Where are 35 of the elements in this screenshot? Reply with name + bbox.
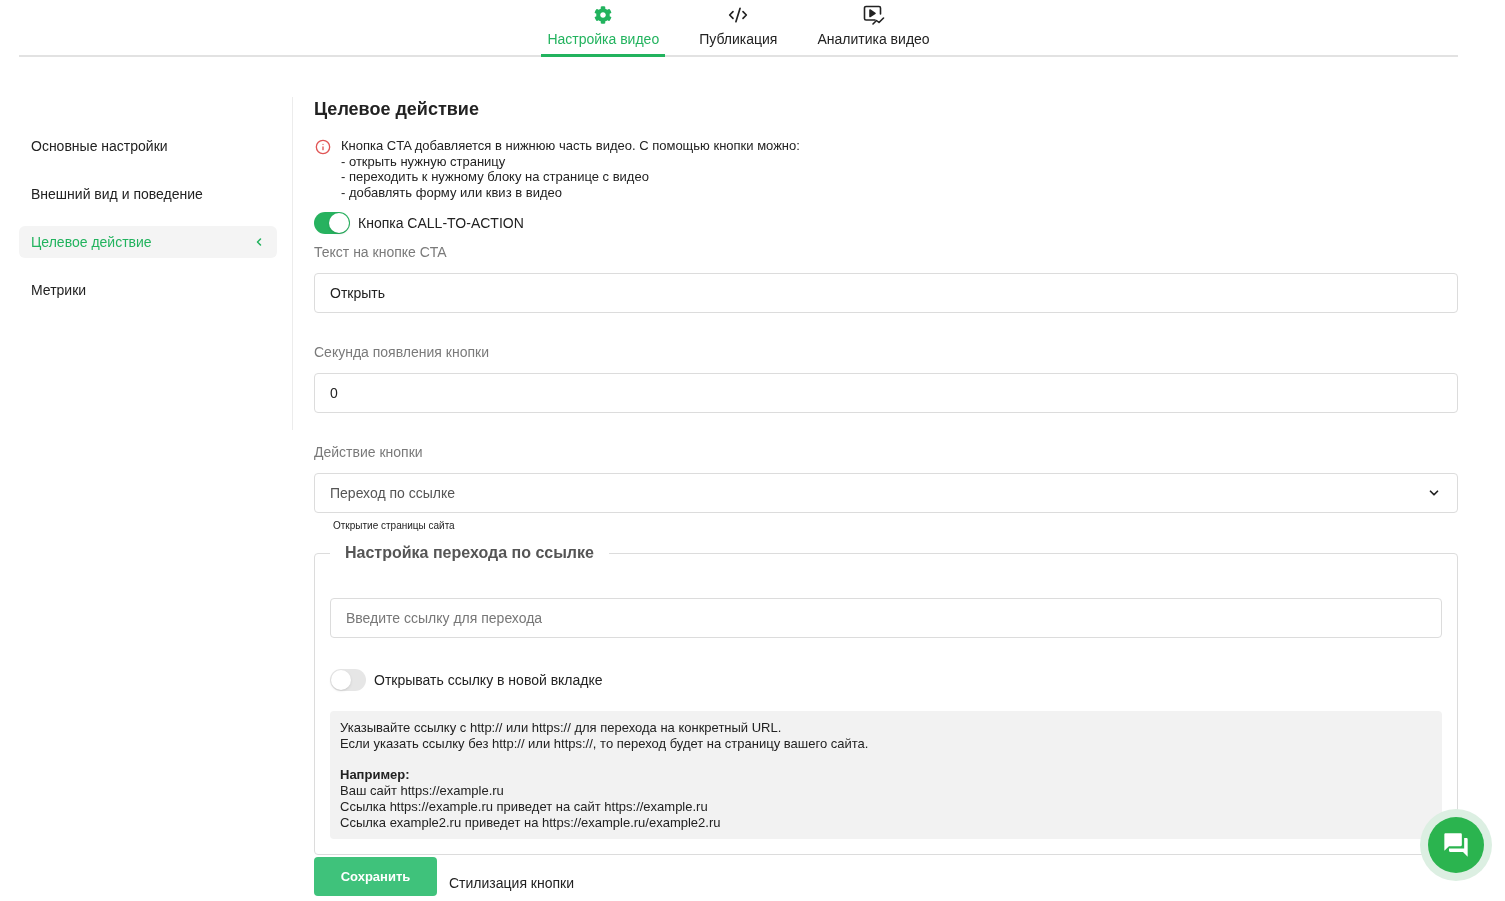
chat-bubbles-icon: [1442, 831, 1470, 859]
info-text: Ваш сайт https://example.ru: [340, 783, 505, 799]
panel-title: Настройка перехода по ссылке: [344, 543, 595, 563]
text-input[interactable]: 0: [314, 373, 1458, 413]
info-text: Ссылка example2.ru приведет на https://example.ru/example2.ru: [340, 815, 722, 831]
field-hint: Открытие страницы сайта: [332, 520, 456, 532]
sidebar-item[interactable]: Метрики: [19, 274, 277, 306]
info-text: Указывайте ссылку с http:// или https:// для перехода на конкретный URL.: [340, 720, 783, 736]
toggle-switch[interactable]: [314, 212, 350, 234]
code-icon: [728, 5, 749, 25]
field-label: Секунда появления кнопки: [314, 344, 490, 360]
dropdown[interactable]: Переход по ссылке: [314, 473, 1458, 513]
sidebar-item[interactable]: Внешний вид и поведение: [19, 178, 277, 210]
sidebar-item[interactable]: Основные настройки: [19, 130, 277, 162]
info-icon: [315, 139, 331, 155]
notice-text: - переходить к нужному блоку на странице с видео: [341, 169, 650, 185]
gear-icon: [594, 6, 613, 24]
info-text: Ссылка https://example.ru приведет на сайт https://example.ru: [340, 799, 709, 815]
toggle-label: Кнопка CALL-TO-ACTION: [358, 213, 524, 233]
info-heading: Например:: [340, 767, 411, 783]
section-heading: Стилизация кнопки: [449, 874, 574, 893]
info-text: Если указать ссылку без http:// или https://, то переход будет на страницу вашего сайта.: [340, 736, 870, 752]
field-label: Текст на кнопке CTA: [314, 244, 448, 260]
tab[interactable]: Аналитика видео: [811, 0, 936, 57]
toggle-label: Открывать ссылку в новой вкладке: [374, 670, 603, 690]
tab[interactable]: Публикация: [693, 0, 784, 57]
toggle-switch[interactable]: [330, 669, 366, 691]
notice-text: Кнопка CTA добавляется в нижнюю часть видео. С помощью кнопки можно:: [341, 138, 800, 154]
video-chart-icon: [862, 5, 885, 25]
section-title: Целевое действие: [314, 98, 480, 121]
field-label: Действие кнопки: [314, 444, 424, 460]
url-input[interactable]: Введите ссылку для перехода: [330, 598, 1442, 638]
text-input[interactable]: Открыть: [314, 273, 1458, 313]
notice-text: - добавлять форму или квиз в видео: [341, 184, 563, 200]
notice-text: - открыть нужную страницу: [341, 153, 507, 169]
